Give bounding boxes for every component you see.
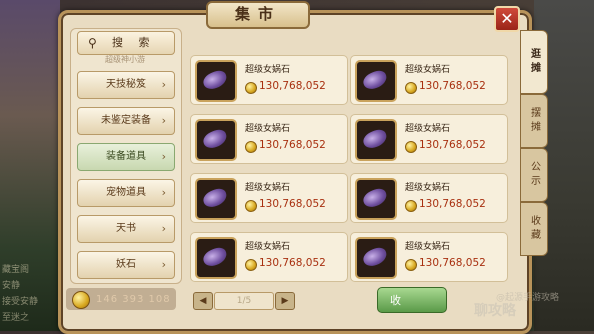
item-grid: 超级女娲石 130,768,052 超级女娲石 130,768,052 超级女娲… [190, 55, 516, 283]
gold-coin-icon [245, 82, 257, 94]
item-card[interactable]: 超级女娲石 130,768,052 [350, 232, 508, 282]
item-slot [355, 119, 397, 161]
search-button[interactable]: ⚲ 搜 索 [77, 31, 175, 55]
item-slot [195, 119, 237, 161]
sidebar-item-gear-items[interactable]: 装备道具 › [77, 143, 175, 171]
item-card[interactable]: 超级女娲石 130,768,052 [190, 114, 348, 164]
prev-page-button[interactable]: ◀ [193, 292, 213, 310]
item-card[interactable]: 超级女娲石 130,768,052 [190, 232, 348, 282]
search-icon: ⚲ [88, 36, 97, 50]
purple-gem-icon [360, 186, 390, 210]
purple-gem-icon [200, 127, 230, 151]
sidebar-item-label: 宠物道具 [106, 187, 146, 198]
sidebar-item-skill-books[interactable]: 天技秘笈 › [77, 71, 175, 99]
tab-public-notice[interactable]: 公示 [520, 148, 548, 202]
chat-line: 藏宝阁 [2, 265, 30, 275]
item-price: 130,768,052 [419, 257, 486, 269]
chevron-right-icon: › [161, 150, 166, 163]
item-name: 超级女娲石 [405, 65, 451, 75]
sidebar-item-label: 天书 [116, 223, 136, 234]
chevron-right-icon: › [161, 222, 166, 235]
chat-line: 安静 [2, 281, 21, 291]
item-slot [195, 60, 237, 102]
item-price: 130,768,052 [419, 139, 486, 151]
window-title: 集市 [206, 1, 310, 29]
tab-favorites[interactable]: 收藏 [520, 202, 548, 256]
sidebar-item-label: 妖石 [116, 259, 136, 270]
item-name: 超级女娲石 [245, 183, 291, 193]
next-page-button[interactable]: ▶ [275, 292, 295, 310]
purple-gem-icon [360, 127, 390, 151]
chevron-right-icon: › [161, 78, 166, 91]
search-label: 搜 索 [112, 36, 156, 49]
item-card[interactable]: 超级女娲石 130,768,052 [190, 55, 348, 105]
gold-ingot-icon [72, 291, 90, 309]
sidebar-item-label: 天技秘笈 [106, 79, 146, 90]
sidebar-item-demon-stone[interactable]: 妖石 › [77, 251, 175, 279]
item-name: 超级女娲石 [245, 124, 291, 134]
sidebar-item-partial[interactable]: 超级神小游 [77, 55, 173, 65]
item-name: 超级女娲石 [405, 242, 451, 252]
item-card[interactable]: 超级女娲石 130,768,052 [350, 173, 508, 223]
chevron-right-icon: › [161, 258, 166, 271]
chevron-right-icon: › [161, 114, 166, 127]
item-card[interactable]: 超级女娲石 130,768,052 [190, 173, 348, 223]
sidebar-item-label: 未鉴定装备 [101, 115, 151, 126]
purple-gem-icon [360, 68, 390, 92]
sidebar-item-pet-items[interactable]: 宠物道具 › [77, 179, 175, 207]
watermark: 聊攻略 [474, 303, 516, 319]
item-slot [195, 178, 237, 220]
item-price: 130,768,052 [259, 139, 326, 151]
item-price: 130,768,052 [419, 80, 486, 92]
gold-coin-icon [245, 141, 257, 153]
chevron-right-icon: › [161, 186, 166, 199]
purple-gem-icon [200, 186, 230, 210]
purple-gem-icon [200, 68, 230, 92]
chat-line: 接受安静 [2, 297, 39, 307]
item-price: 130,768,052 [259, 198, 326, 210]
page-indicator: 1/5 [214, 292, 274, 310]
money-amount: 146 393 108 [96, 294, 171, 305]
sidebar-item-unidentified-gear[interactable]: 未鉴定装备 › [77, 107, 175, 135]
item-name: 超级女娲石 [245, 65, 291, 75]
purple-gem-icon [200, 245, 230, 269]
tab-set-up-stall[interactable]: 摆摊 [520, 94, 548, 148]
item-slot [195, 237, 237, 279]
close-button[interactable]: ✕ [494, 6, 520, 32]
item-price: 130,768,052 [259, 257, 326, 269]
sidebar-item-heaven-book[interactable]: 天书 › [77, 215, 175, 243]
item-slot [355, 237, 397, 279]
item-card[interactable]: 超级女娲石 130,768,052 [350, 55, 508, 105]
item-slot [355, 60, 397, 102]
gold-coin-icon [405, 200, 417, 212]
item-slot [355, 178, 397, 220]
sidebar-item-label: 装备道具 [106, 151, 146, 162]
item-price: 130,768,052 [259, 80, 326, 92]
item-price: 130,768,052 [419, 198, 486, 210]
category-sidebar: ⚲ 搜 索 超级神小游 天技秘笈 › 未鉴定装备 › 装备道具 › 宠物道具 ›… [70, 28, 182, 284]
collect-button[interactable]: 收 [377, 287, 447, 313]
chat-line: 至迷之 [2, 313, 30, 323]
gold-coin-icon [405, 259, 417, 271]
gold-coin-icon [405, 141, 417, 153]
item-card[interactable]: 超级女娲石 130,768,052 [350, 114, 508, 164]
item-name: 超级女娲石 [245, 242, 291, 252]
tab-browse-stalls[interactable]: 逛摊 [520, 30, 548, 94]
gold-coin-icon [245, 259, 257, 271]
gold-coin-icon [405, 82, 417, 94]
purple-gem-icon [360, 245, 390, 269]
item-name: 超级女娲石 [405, 124, 451, 134]
gold-coin-icon [245, 200, 257, 212]
item-name: 超级女娲石 [405, 183, 451, 193]
